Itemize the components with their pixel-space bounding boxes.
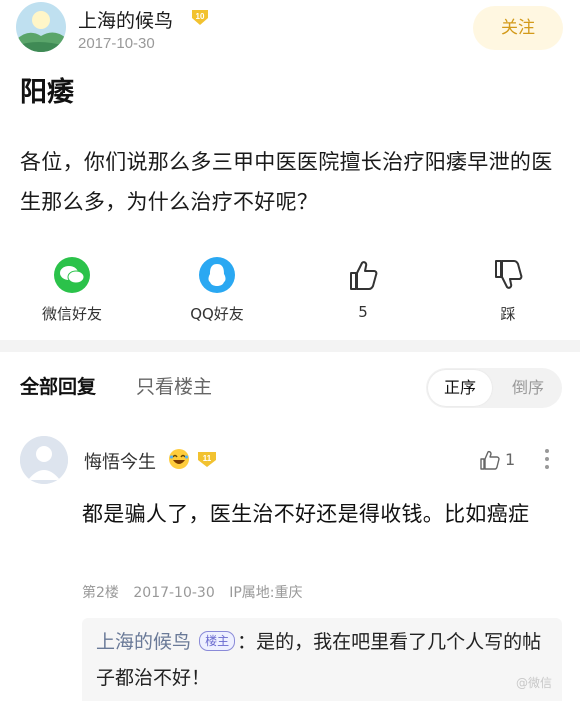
post-body: 各位，你们说那么多三甲中医医院擅长治疗阳痿早泄的医生那么多，为什么治疗不好呢？ xyxy=(20,150,553,214)
author-level-text: 10 xyxy=(196,12,205,21)
reply-like-icon[interactable] xyxy=(478,448,502,472)
author-avatar[interactable] xyxy=(16,2,66,52)
like-count: 5 xyxy=(358,303,368,321)
sort-desc-button[interactable]: 倒序 xyxy=(496,370,560,406)
qq-label: QQ好友 xyxy=(190,305,244,323)
author-name[interactable]: 上海的候鸟 xyxy=(78,6,173,33)
sub-reply-author[interactable]: 上海的候鸟 xyxy=(96,631,191,653)
reply-date: 2017-10-30 xyxy=(133,585,215,601)
sort-asc-button[interactable]: 正序 xyxy=(428,370,492,406)
reply-level-badge-icon: 11 xyxy=(198,452,216,467)
wechat-icon xyxy=(54,257,90,293)
sort-toggle: 正序 倒序 xyxy=(426,368,562,408)
tab-op-only[interactable]: 只看楼主 xyxy=(136,372,212,399)
reply-meta: 第2楼 2017-10-30 IP属地:重庆 xyxy=(82,582,313,602)
follow-button[interactable]: 关注 xyxy=(473,6,563,50)
share-qq-button[interactable]: QQ好友 xyxy=(157,252,277,324)
share-wechat-button[interactable]: 微信好友 xyxy=(12,252,132,324)
post-date: 2017-10-30 xyxy=(78,35,155,52)
reply-author-name[interactable]: 悔悟今生 xyxy=(84,448,156,474)
post-title: 阳痿 xyxy=(20,77,74,108)
reply-avatar[interactable] xyxy=(20,436,68,484)
level-badge-icon: 10 xyxy=(192,10,208,25)
qq-icon xyxy=(199,257,235,293)
reply-body: 都是骗人了，医生治不好还是得收钱。比如癌症 xyxy=(82,502,530,526)
thumbs-down-icon xyxy=(495,260,523,289)
op-badge: 楼主 xyxy=(199,631,236,651)
sub-reply-text: 上海的候鸟 楼主 ：是的，我在吧里看了几个人写的帖子都治不好！ xyxy=(96,624,546,696)
section-divider xyxy=(0,340,580,352)
reply-like-count: 1 xyxy=(505,450,516,469)
reply-tabs: 全部回复 只看楼主 正序 倒序 xyxy=(0,352,580,416)
like-button[interactable]: 5 xyxy=(303,252,423,321)
more-options-icon[interactable] xyxy=(540,446,554,472)
wechat-label: 微信好友 xyxy=(41,305,102,323)
laughing-emoji-icon xyxy=(169,449,189,469)
reply-floor: 第2楼 xyxy=(82,585,119,601)
post-author-row: 上海的候鸟 10 2017-10-30 关注 xyxy=(14,2,566,58)
reply-item: 悔悟今生 11 1 都是骗人了，医生治不好还是得收钱。比如癌症 第2楼 2017… xyxy=(0,430,580,701)
sub-reply[interactable]: 上海的候鸟 楼主 ：是的，我在吧里看了几个人写的帖子都治不好！ xyxy=(82,618,562,701)
reply-ip: IP属地:重庆 xyxy=(229,585,303,601)
watermark: @微信 xyxy=(516,676,553,690)
dislike-button[interactable]: 踩 xyxy=(448,252,568,324)
reply-level-text: 11 xyxy=(203,454,212,463)
thumbs-up-icon xyxy=(350,261,378,290)
dislike-label: 踩 xyxy=(500,305,516,323)
tab-all-replies[interactable]: 全部回复 xyxy=(20,372,96,399)
share-actions: 微信好友 QQ好友 5 踩 xyxy=(0,252,580,326)
